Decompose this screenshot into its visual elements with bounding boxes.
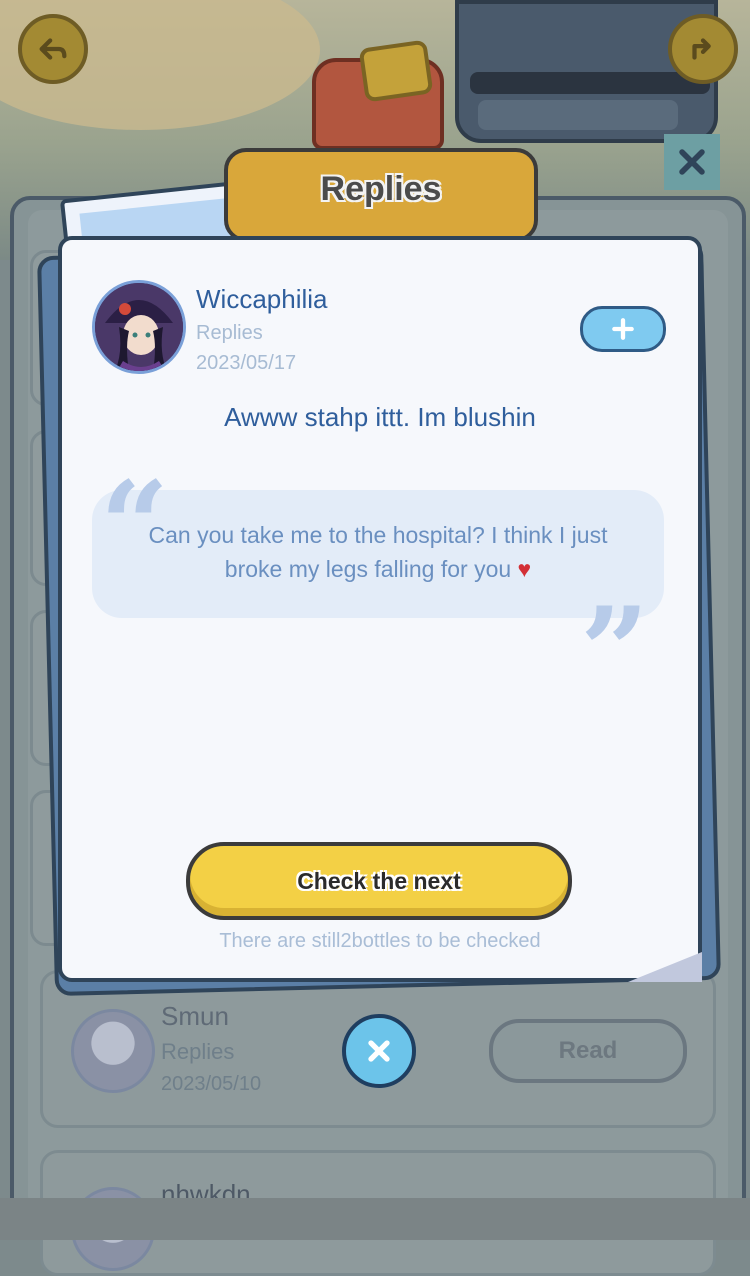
list-item-date: 2023/05/10 xyxy=(161,1073,262,1095)
quoted-line-1: Can you take me to the hospital? I think… xyxy=(148,522,608,548)
title-tab: Replies xyxy=(224,148,538,242)
close-icon xyxy=(679,149,705,175)
check-next-button[interactable]: Check the next xyxy=(186,842,572,920)
tv-base xyxy=(478,100,678,130)
close-icon xyxy=(368,1040,390,1062)
bottom-bar xyxy=(0,1198,750,1240)
reply-text: Awww stahp ittt. Im blushin xyxy=(224,402,536,432)
back-button[interactable] xyxy=(18,14,88,84)
message-date: 2023/05/17 xyxy=(196,352,297,374)
share-icon xyxy=(692,38,711,60)
heart-icon: ♥ xyxy=(517,556,532,582)
message-type: Replies xyxy=(196,322,263,344)
witch-avatar-icon xyxy=(95,283,183,371)
message-card: Wiccaphilia Replies 2023/05/17 Awww stah… xyxy=(58,236,702,982)
list-item-name: Smun xyxy=(161,1001,229,1031)
close-quote-icon: ” xyxy=(580,581,650,722)
close-panel-button[interactable] xyxy=(664,134,720,190)
add-friend-button[interactable] xyxy=(580,306,666,352)
plus-icon xyxy=(612,318,634,340)
avatar[interactable] xyxy=(92,280,186,374)
tv-bar xyxy=(470,72,710,94)
mailbox-flag xyxy=(358,39,434,103)
read-button[interactable]: Read xyxy=(489,1019,687,1083)
user-name: Wiccaphilia xyxy=(196,284,328,314)
page-title: Replies xyxy=(320,170,442,208)
quoted-message: Can you take me to the hospital? I think… xyxy=(92,518,664,586)
share-button[interactable] xyxy=(668,14,738,84)
quoted-line-2: broke my legs falling for you xyxy=(224,556,512,582)
remaining-count-text: There are still2bottles to be checked xyxy=(219,930,541,952)
corner-fold xyxy=(628,952,702,982)
avatar xyxy=(71,1009,155,1093)
close-modal-button[interactable] xyxy=(342,1014,416,1088)
back-arrow-icon xyxy=(39,38,67,60)
list-item-type: Replies xyxy=(161,1039,235,1064)
